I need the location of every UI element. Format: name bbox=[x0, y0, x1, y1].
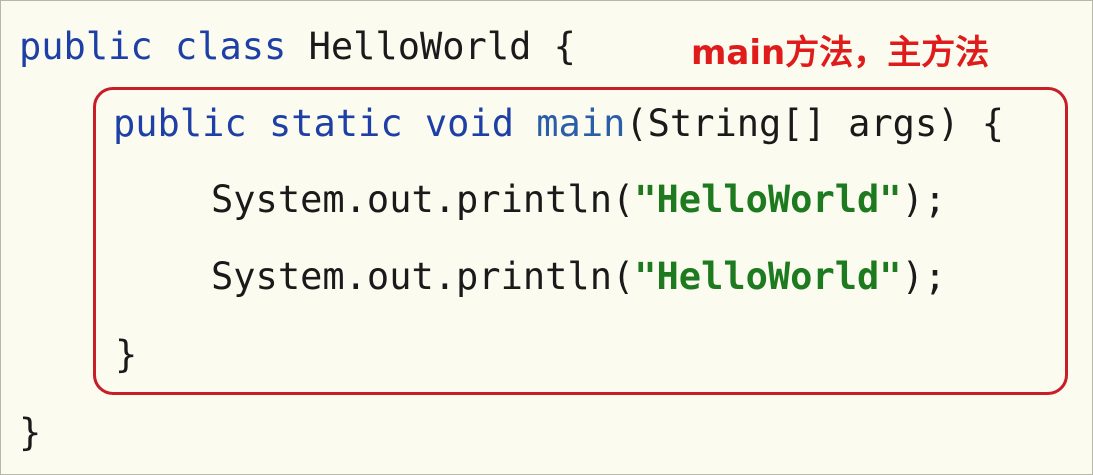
close-brace: } bbox=[19, 411, 42, 454]
keyword-void: void bbox=[424, 102, 514, 145]
statement-end: ); bbox=[901, 255, 947, 298]
println-call: System.out.println( bbox=[211, 255, 635, 298]
class-name: HelloWorld bbox=[308, 25, 532, 68]
main-method-annotation: main方法，主方法 bbox=[691, 33, 990, 73]
open-brace: { bbox=[553, 25, 576, 68]
open-brace: { bbox=[981, 102, 1005, 145]
code-line-main-signature: public static void main(String[] args) { bbox=[113, 102, 1004, 146]
code-line-println-2: System.out.println("HelloWorld"); bbox=[211, 255, 946, 299]
code-line-class-close: } bbox=[19, 411, 41, 455]
keyword-static: static bbox=[268, 102, 403, 145]
string-literal: "HelloWorld" bbox=[634, 178, 902, 221]
code-line-class-declaration: public class HelloWorld { bbox=[19, 25, 576, 69]
string-literal: "HelloWorld" bbox=[634, 255, 902, 298]
keyword-public: public bbox=[113, 102, 247, 145]
close-brace: } bbox=[115, 333, 138, 376]
method-params: (String[] args) bbox=[625, 102, 960, 145]
keyword-public: public bbox=[19, 25, 153, 68]
code-slide: public class HelloWorld { main方法，主方法 pub… bbox=[0, 0, 1093, 475]
code-line-println-1: System.out.println("HelloWorld"); bbox=[211, 178, 946, 222]
method-name-main: main bbox=[536, 102, 626, 145]
code-line-method-close: } bbox=[115, 333, 137, 377]
println-call: System.out.println( bbox=[211, 178, 635, 221]
keyword-class: class bbox=[174, 25, 287, 68]
statement-end: ); bbox=[901, 178, 947, 221]
